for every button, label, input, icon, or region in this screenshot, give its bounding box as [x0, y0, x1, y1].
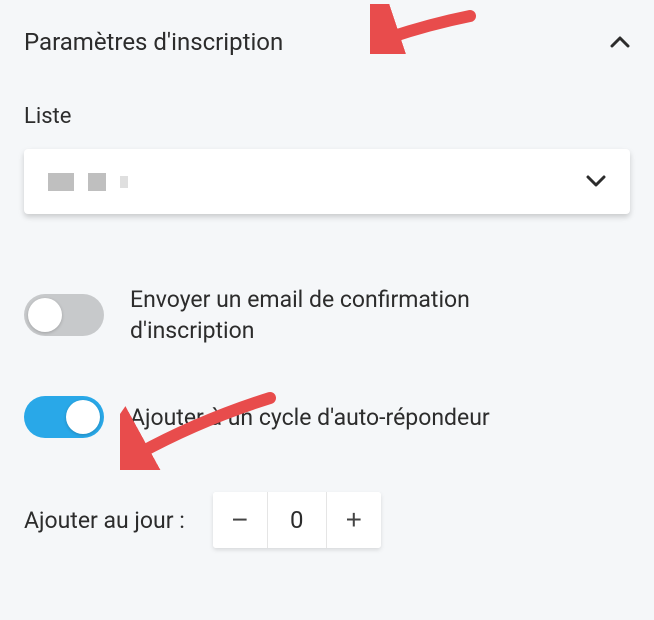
toggle-knob: [28, 298, 62, 332]
chevron-up-icon[interactable]: [610, 32, 630, 53]
day-selector-row: Ajouter au jour : − 0 +: [24, 492, 630, 548]
toggle-knob: [66, 400, 100, 434]
day-selector-label: Ajouter au jour :: [24, 507, 185, 534]
section-title: Paramètres d'inscription: [24, 28, 283, 56]
chevron-down-icon: [586, 171, 606, 192]
confirm-email-row: Envoyer un email de confirmation d'inscr…: [24, 284, 630, 346]
section-header[interactable]: Paramètres d'inscription: [24, 28, 630, 56]
confirm-email-toggle[interactable]: [24, 294, 104, 336]
stepper-increment[interactable]: +: [327, 492, 381, 548]
stepper-value: 0: [267, 492, 327, 548]
dropdown-selected-value: [48, 173, 128, 191]
list-label: Liste: [24, 104, 630, 129]
list-dropdown[interactable]: [24, 149, 630, 214]
stepper-decrement[interactable]: −: [213, 492, 267, 548]
confirm-email-label: Envoyer un email de confirmation d'inscr…: [130, 284, 570, 346]
autoresponder-toggle[interactable]: [24, 396, 104, 438]
autoresponder-label: Ajouter à un cycle d'auto-répondeur: [130, 402, 490, 433]
day-stepper: − 0 +: [213, 492, 381, 548]
autoresponder-row: Ajouter à un cycle d'auto-répondeur: [24, 396, 630, 438]
